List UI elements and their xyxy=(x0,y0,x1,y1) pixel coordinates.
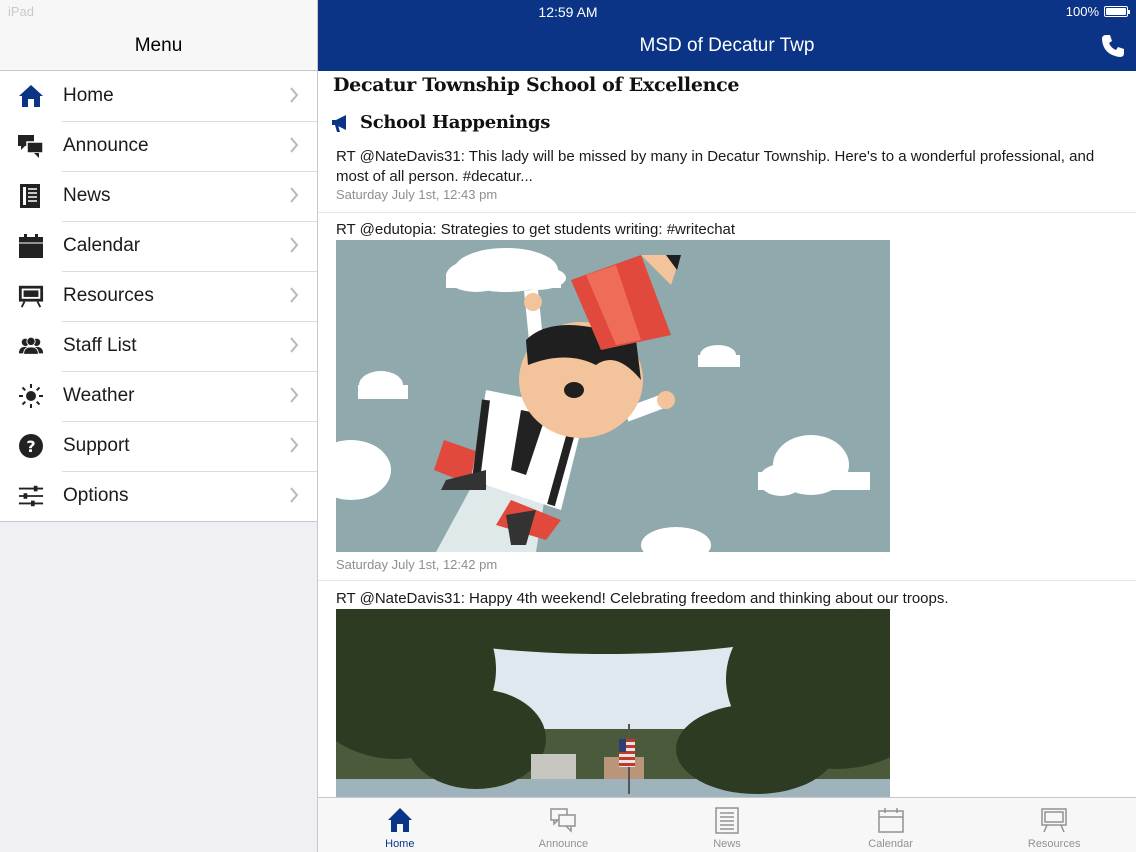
section-title: School Happenings xyxy=(360,112,551,133)
tab-label: News xyxy=(713,838,741,850)
sidebar-item-calendar[interactable]: Calendar xyxy=(0,221,317,271)
tab-calendar[interactable]: Calendar xyxy=(809,798,973,852)
menu-list: Home Announce News Calendar Resources St… xyxy=(0,71,317,522)
calendar-icon xyxy=(877,808,904,833)
post-time: Saturday July 1st, 12:42 pm xyxy=(336,557,498,572)
main-panel: MSD of Decatur Twp Decatur Township Scho… xyxy=(318,0,1136,852)
chat-bubbles-icon xyxy=(550,808,577,833)
post-text: RT @NateDavis31: This lady will be misse… xyxy=(336,148,1095,185)
people-icon xyxy=(18,333,44,359)
sidebar-item-options[interactable]: Options xyxy=(0,471,317,521)
tab-bar: Home Announce News Calendar Resources xyxy=(318,797,1136,852)
sidebar-item-label: Options xyxy=(63,485,129,506)
school-title: Decatur Township School of Excellence xyxy=(333,74,740,96)
tab-label: Home xyxy=(385,838,415,850)
navbar: MSD of Decatur Twp xyxy=(318,0,1136,71)
chevron-right-icon xyxy=(290,487,299,503)
sidebar-item-label: Weather xyxy=(63,385,135,406)
chevron-right-icon xyxy=(290,187,299,203)
sidebar-item-label: Staff List xyxy=(63,335,137,356)
svg-text:?: ? xyxy=(26,437,35,456)
chat-bubbles-icon xyxy=(18,133,44,159)
chevron-right-icon xyxy=(290,287,299,303)
chevron-right-icon xyxy=(290,137,299,153)
post-text: RT @NateDavis31: Happy 4th weekend! Cele… xyxy=(336,590,949,607)
chevron-right-icon xyxy=(290,87,299,103)
sidebar-item-staff-list[interactable]: Staff List xyxy=(0,321,317,371)
feed-post[interactable]: RT @NateDavis31: This lady will be misse… xyxy=(318,147,1136,213)
newspaper-icon xyxy=(18,183,44,209)
feed-post[interactable]: RT @edutopia: Strategies to get students… xyxy=(318,220,1136,581)
sidebar-title: Menu xyxy=(134,35,183,56)
post-image-photo[interactable] xyxy=(336,609,890,797)
post-text: RT @edutopia: Strategies to get students… xyxy=(336,221,736,238)
sidebar-item-label: Support xyxy=(63,435,130,456)
chevron-right-icon xyxy=(290,237,299,253)
feed-content[interactable]: Decatur Township School of Excellence Sc… xyxy=(318,71,1136,797)
sidebar-item-announce[interactable]: Announce xyxy=(0,121,317,171)
tab-label: Calendar xyxy=(868,838,913,850)
sidebar-item-support[interactable]: ? Support xyxy=(0,421,317,471)
sidebar-item-news[interactable]: News xyxy=(0,171,317,221)
megaphone-icon xyxy=(332,114,346,132)
phone-icon[interactable] xyxy=(1100,33,1126,59)
sidebar-item-label: Resources xyxy=(63,285,154,306)
sidebar-header: Menu xyxy=(0,0,317,71)
presentation-board-icon xyxy=(18,283,44,309)
sliders-icon xyxy=(18,483,44,509)
post-time: Saturday July 1st, 12:43 pm xyxy=(336,187,498,202)
chevron-right-icon xyxy=(290,437,299,453)
chevron-right-icon xyxy=(290,387,299,403)
home-icon xyxy=(18,83,44,109)
sun-icon xyxy=(18,383,44,409)
sidebar-item-resources[interactable]: Resources xyxy=(0,271,317,321)
question-circle-icon: ? xyxy=(18,433,44,459)
sidebar-item-label: Announce xyxy=(63,135,149,156)
newspaper-icon xyxy=(715,807,739,834)
sidebar-item-label: Home xyxy=(63,85,114,106)
section-header: School Happenings xyxy=(330,112,550,133)
sidebar: Menu Home Announce News Calendar Resourc… xyxy=(0,0,318,852)
sidebar-item-label: Calendar xyxy=(63,235,141,256)
tab-announce[interactable]: Announce xyxy=(482,798,646,852)
tab-label: Resources xyxy=(1027,838,1081,850)
sidebar-item-home[interactable]: Home xyxy=(0,71,317,121)
page-title: MSD of Decatur Twp xyxy=(639,35,815,56)
feed-post[interactable]: RT @NateDavis31: Happy 4th weekend! Cele… xyxy=(318,589,1136,797)
tab-resources[interactable]: Resources xyxy=(972,798,1136,852)
sidebar-item-label: News xyxy=(63,185,111,206)
tab-label: Announce xyxy=(538,838,589,850)
calendar-icon xyxy=(18,233,44,259)
tab-home[interactable]: Home xyxy=(318,798,482,852)
tab-news[interactable]: News xyxy=(645,798,809,852)
chevron-right-icon xyxy=(290,337,299,353)
presentation-board-icon xyxy=(1041,808,1067,833)
sidebar-item-weather[interactable]: Weather xyxy=(0,371,317,421)
post-image-illustration[interactable] xyxy=(336,240,890,552)
home-icon xyxy=(387,808,412,832)
